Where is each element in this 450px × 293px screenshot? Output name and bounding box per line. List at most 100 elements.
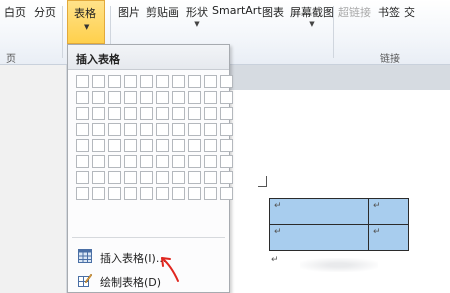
insert-table-menu-item[interactable]: 插入表格(I)... [74, 247, 226, 267]
grid-cell[interactable] [76, 107, 89, 120]
table-button[interactable]: 表格 ▼ [67, 0, 105, 44]
grid-cell[interactable] [76, 171, 89, 184]
grid-cell[interactable] [140, 139, 153, 152]
grid-cell[interactable] [76, 123, 89, 136]
grid-cell[interactable] [140, 187, 153, 200]
grid-cell[interactable] [156, 75, 169, 88]
grid-cell[interactable] [220, 187, 233, 200]
grid-cell[interactable] [156, 139, 169, 152]
table-cell[interactable]: ↵ [269, 198, 369, 225]
grid-cell[interactable] [92, 107, 105, 120]
table-size-grid[interactable] [76, 75, 233, 200]
grid-cell[interactable] [220, 139, 233, 152]
grid-cell[interactable] [76, 187, 89, 200]
grid-cell[interactable] [124, 123, 137, 136]
grid-cell[interactable] [204, 155, 217, 168]
grid-cell[interactable] [108, 91, 121, 104]
grid-cell[interactable] [108, 123, 121, 136]
grid-cell[interactable] [140, 75, 153, 88]
grid-cell[interactable] [76, 139, 89, 152]
grid-cell[interactable] [188, 107, 201, 120]
grid-cell[interactable] [124, 139, 137, 152]
cross-reference-button[interactable]: 交 [404, 4, 415, 20]
grid-cell[interactable] [220, 171, 233, 184]
grid-cell[interactable] [220, 75, 233, 88]
grid-cell[interactable] [156, 91, 169, 104]
grid-cell[interactable] [124, 91, 137, 104]
grid-cell[interactable] [140, 171, 153, 184]
grid-cell[interactable] [204, 187, 217, 200]
bookmark-button[interactable]: 书签 [378, 4, 400, 20]
grid-cell[interactable] [92, 123, 105, 136]
grid-cell[interactable] [124, 107, 137, 120]
grid-cell[interactable] [188, 187, 201, 200]
grid-cell[interactable] [172, 187, 185, 200]
grid-cell[interactable] [108, 107, 121, 120]
grid-cell[interactable] [108, 171, 121, 184]
grid-cell[interactable] [172, 171, 185, 184]
grid-cell[interactable] [204, 139, 217, 152]
draw-table-menu-item[interactable]: 绘制表格(D) [74, 271, 226, 291]
grid-cell[interactable] [92, 187, 105, 200]
grid-cell[interactable] [204, 123, 217, 136]
grid-cell[interactable] [204, 107, 217, 120]
grid-cell[interactable] [124, 75, 137, 88]
grid-cell[interactable] [172, 123, 185, 136]
grid-cell[interactable] [172, 91, 185, 104]
grid-cell[interactable] [140, 107, 153, 120]
hyperlink-button[interactable]: 超链接 [338, 4, 371, 20]
grid-cell[interactable] [108, 155, 121, 168]
grid-cell[interactable] [92, 139, 105, 152]
grid-cell[interactable] [108, 75, 121, 88]
grid-cell[interactable] [92, 75, 105, 88]
grid-cell[interactable] [140, 91, 153, 104]
grid-cell[interactable] [156, 155, 169, 168]
grid-cell[interactable] [140, 155, 153, 168]
grid-cell[interactable] [188, 91, 201, 104]
grid-cell[interactable] [188, 123, 201, 136]
chart-button[interactable]: 图表 [262, 4, 284, 20]
grid-cell[interactable] [204, 75, 217, 88]
grid-cell[interactable] [124, 187, 137, 200]
grid-cell[interactable] [188, 155, 201, 168]
grid-cell[interactable] [124, 171, 137, 184]
grid-cell[interactable] [188, 171, 201, 184]
grid-cell[interactable] [172, 107, 185, 120]
grid-cell[interactable] [172, 75, 185, 88]
grid-cell[interactable] [108, 187, 121, 200]
page-break-button[interactable]: 分页 [34, 4, 56, 20]
grid-cell[interactable] [172, 155, 185, 168]
grid-cell[interactable] [124, 155, 137, 168]
table-cell[interactable]: ↵ [368, 224, 409, 251]
grid-cell[interactable] [220, 123, 233, 136]
grid-cell[interactable] [156, 123, 169, 136]
clipart-button[interactable]: 剪贴画 [146, 4, 179, 20]
grid-cell[interactable] [188, 139, 201, 152]
grid-cell[interactable] [140, 123, 153, 136]
grid-cell[interactable] [156, 171, 169, 184]
screenshot-button[interactable]: 屏幕截图 ▼ [290, 4, 334, 28]
grid-cell[interactable] [188, 75, 201, 88]
grid-cell[interactable] [204, 171, 217, 184]
document-table[interactable]: ↵ ↵ ↵ ↵ [269, 198, 409, 251]
grid-cell[interactable] [172, 139, 185, 152]
grid-cell[interactable] [92, 171, 105, 184]
table-cell[interactable]: ↵ [269, 224, 369, 251]
grid-cell[interactable] [204, 91, 217, 104]
grid-cell[interactable] [156, 187, 169, 200]
grid-cell[interactable] [92, 91, 105, 104]
table-cell[interactable]: ↵ [368, 198, 409, 225]
grid-cell[interactable] [220, 91, 233, 104]
shapes-button[interactable]: 形状 ▼ [186, 4, 208, 28]
grid-cell[interactable] [92, 155, 105, 168]
cover-page-button[interactable]: 白页 [4, 4, 26, 20]
grid-cell[interactable] [220, 155, 233, 168]
grid-cell[interactable] [156, 107, 169, 120]
grid-cell[interactable] [76, 155, 89, 168]
grid-cell[interactable] [220, 107, 233, 120]
picture-button[interactable]: 图片 [118, 4, 140, 20]
smartart-button[interactable]: SmartArt [212, 4, 262, 17]
grid-cell[interactable] [76, 75, 89, 88]
grid-cell[interactable] [108, 139, 121, 152]
grid-cell[interactable] [76, 91, 89, 104]
